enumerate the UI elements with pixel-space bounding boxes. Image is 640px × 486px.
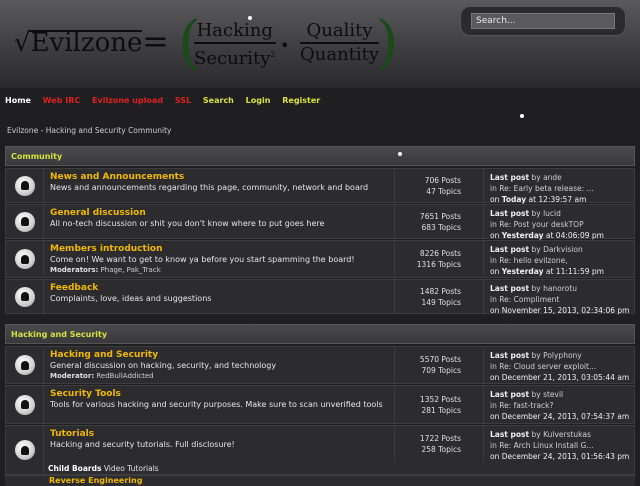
logo-fraction-quality: Quality Quantity [300, 20, 380, 65]
decorative-dot [248, 16, 252, 20]
board-title[interactable]: Feedback [50, 283, 390, 294]
board-description: Come on! We want to get to know ya befor… [50, 255, 355, 264]
board-description: All no-tech discussion or shit you don't… [50, 219, 325, 228]
last-post-topic[interactable]: Re: Post your deskTOP [499, 220, 583, 229]
last-post-topic[interactable]: Re: Arch Linux Install G... [499, 441, 593, 450]
board-stats: 7651 Posts 683 Topics [394, 205, 484, 238]
board-title[interactable]: Hacking and Security [50, 350, 390, 361]
board-row: Security Tools Tools for various hacking… [5, 385, 635, 424]
board-description: General discussion on hacking, security,… [50, 361, 277, 370]
category-header-community[interactable]: Community [5, 146, 635, 166]
board-last-post: Last post by Polyphony in Re: Cloud serv… [490, 351, 630, 382]
board-row: News and Announcements News and announce… [5, 168, 635, 204]
board-last-post: Last post by Darkvision in Re: hello evi… [490, 245, 604, 276]
last-post-topic[interactable]: Re: fast-track? [499, 401, 553, 410]
board-status-icon [14, 355, 35, 375]
logo-name: Evilzone [30, 28, 143, 58]
search-input[interactable] [471, 13, 615, 29]
last-post-author[interactable]: Kulverstukas [543, 430, 591, 439]
board-moderators: Moderators: Phage, Pak_Track [50, 266, 161, 274]
board-status-icon [14, 211, 35, 232]
board-title[interactable]: General discussion [50, 208, 390, 219]
search-box [460, 6, 626, 36]
last-post-topic[interactable]: Re: hello evilzone, [499, 256, 567, 265]
nav-register[interactable]: Register [282, 96, 320, 105]
board-title[interactable]: News and Announcements [50, 172, 390, 183]
last-post-author[interactable]: Darkvision [543, 245, 583, 254]
decorative-dot [520, 114, 524, 118]
board-description: Hacking and security tutorials. Full dis… [50, 440, 235, 449]
child-board-link[interactable]: Video Tutorials [104, 464, 159, 473]
site-header: √Evilzone = ( Hacking Security2 • Qualit… [0, 0, 640, 88]
board-title[interactable]: Reverse Engineering [49, 476, 142, 485]
decorative-dot [398, 152, 402, 156]
nav-login[interactable]: Login [246, 96, 271, 105]
nav-evilzone-upload[interactable]: Evilzone upload [92, 96, 163, 105]
last-post-topic[interactable]: Re: Compliment [499, 295, 559, 304]
main-nav: Home Web IRC Evilzone upload SSL Search … [5, 96, 329, 108]
nav-home[interactable]: Home [5, 96, 31, 105]
last-post-author[interactable]: ande [543, 173, 562, 182]
last-post-author[interactable]: hanorotu [543, 284, 577, 293]
last-post-author[interactable]: Polyphony [543, 351, 582, 360]
board-last-post: Last post by lucid in Re: Post your desk… [490, 209, 604, 240]
logo-fraction-hacking: Hacking Security2 [194, 20, 276, 69]
board-stats: 1482 Posts 149 Topics [394, 280, 484, 313]
child-boards: Child Boards Video Tutorials [48, 464, 159, 473]
last-post-author[interactable]: lucid [543, 209, 561, 218]
last-post-author[interactable]: stevil [543, 390, 563, 399]
nav-search[interactable]: Search [203, 96, 234, 105]
board-row: Reverse Engineering [5, 475, 635, 486]
board-title[interactable]: Members introduction [50, 244, 390, 255]
board-title[interactable]: Security Tools [50, 389, 390, 400]
board-title[interactable]: Tutorials [50, 429, 390, 440]
board-status-icon [14, 249, 35, 269]
board-last-post: Last post by stevil in Re: fast-track? o… [490, 390, 630, 421]
nav-web-irc[interactable]: Web IRC [43, 96, 80, 105]
evilzone-logo[interactable]: √Evilzone = ( Hacking Security2 • Qualit… [14, 10, 399, 78]
board-row: Feedback Complaints, love, ideas and sug… [5, 279, 635, 315]
board-stats: 5570 Posts 709 Topics [394, 347, 484, 383]
board-description: Complaints, love, ideas and suggestions [50, 294, 212, 303]
board-last-post: Last post by ande in Re: Early beta rele… [490, 173, 594, 204]
board-stats: 1722 Posts 258 Topics [394, 426, 484, 462]
board-status-icon [14, 286, 35, 307]
board-stats: 8226 Posts 1316 Topics [394, 241, 484, 277]
board-status-icon [14, 394, 35, 415]
board-description: News and announcements regarding this pa… [50, 183, 369, 192]
category-header-hacking-and-security[interactable]: Hacking and Security [5, 324, 635, 344]
last-post-topic[interactable]: Re: Cloud server exploit... [499, 362, 596, 371]
board-stats: 1352 Posts 281 Topics [394, 386, 484, 423]
board-description: Tools for various hacking and security p… [50, 400, 383, 409]
breadcrumb[interactable]: Evilzone - Hacking and Security Communit… [7, 126, 171, 135]
board-stats: 706 Posts 47 Topics [394, 169, 484, 202]
last-post-topic[interactable]: Re: Early beta release: ... [499, 184, 593, 193]
board-last-post: Last post by hanorotu in Re: Compliment … [490, 284, 630, 315]
board-row: General discussion All no-tech discussio… [5, 204, 635, 240]
board-moderators: Moderator: RedBullAddicted [50, 372, 154, 380]
board-last-post: Last post by Kulverstukas in Re: Arch Li… [490, 430, 630, 461]
board-row: Members introduction Come on! We want to… [5, 240, 635, 278]
logo-sqrt: √Evilzone [14, 28, 143, 58]
board-row: Hacking and Security General discussion … [5, 346, 635, 384]
board-status-icon [14, 440, 35, 460]
board-status-icon [14, 175, 35, 196]
nav-ssl[interactable]: SSL [175, 96, 191, 105]
